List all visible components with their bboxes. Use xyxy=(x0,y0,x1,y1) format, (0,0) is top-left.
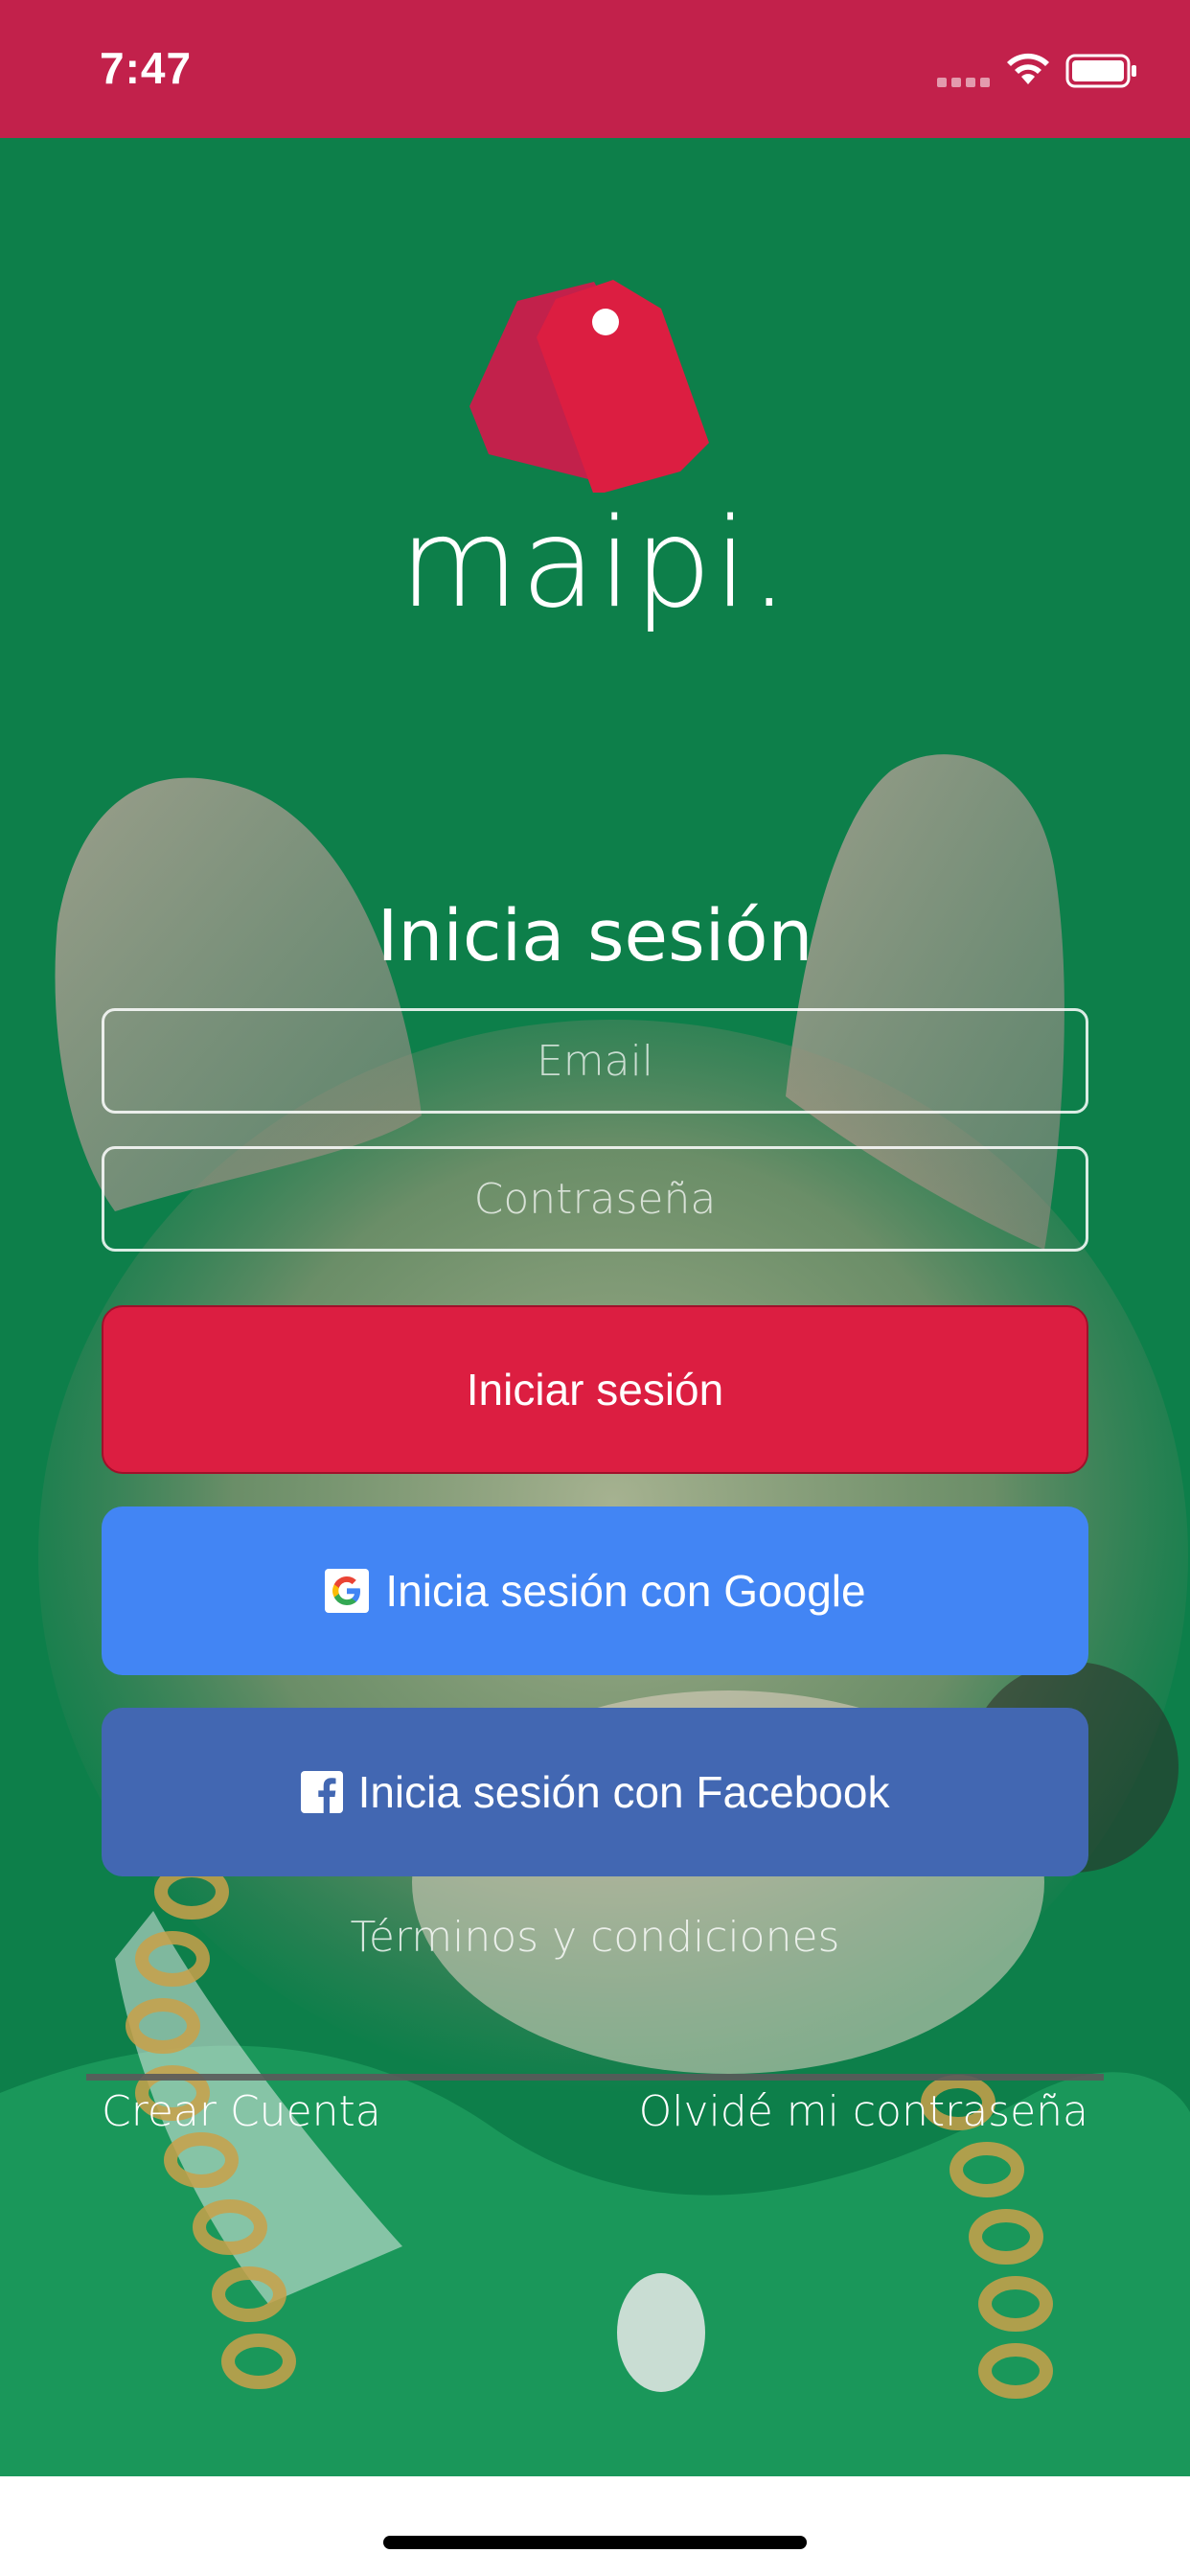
google-login-button[interactable]: Inicia sesión con Google xyxy=(102,1506,1088,1675)
status-bar: 7:47 xyxy=(0,0,1190,138)
email-field[interactable] xyxy=(102,1008,1088,1114)
signal-dots-icon xyxy=(937,75,995,92)
battery-icon xyxy=(1065,54,1136,88)
password-field[interactable] xyxy=(102,1146,1088,1252)
facebook-login-button[interactable]: Inicia sesión con Facebook xyxy=(102,1708,1088,1876)
login-button-label: Iniciar sesión xyxy=(466,1365,724,1414)
divider xyxy=(86,2074,1104,2081)
terms-link[interactable]: Términos y condiciones xyxy=(0,1913,1190,1962)
price-tag-icon xyxy=(469,280,709,493)
forgot-password-link[interactable]: Olvidé mi contraseña xyxy=(639,2087,1088,2136)
status-time: 7:47 xyxy=(100,43,193,93)
login-button[interactable]: Iniciar sesión xyxy=(102,1305,1088,1474)
login-screen: maipi. Inicia sesión Iniciar sesión Inic… xyxy=(0,138,1190,2476)
facebook-login-label: Inicia sesión con Facebook xyxy=(357,1767,890,1817)
google-icon xyxy=(324,1568,370,1614)
google-login-label: Inicia sesión con Google xyxy=(385,1566,866,1616)
wifi-icon xyxy=(1007,53,1049,84)
brand-name: maipi. xyxy=(399,493,791,635)
facebook-icon xyxy=(300,1771,343,1813)
create-account-link[interactable]: Crear Cuenta xyxy=(102,2087,381,2136)
home-indicator xyxy=(383,2536,807,2549)
login-title: Inicia sesión xyxy=(377,895,813,978)
